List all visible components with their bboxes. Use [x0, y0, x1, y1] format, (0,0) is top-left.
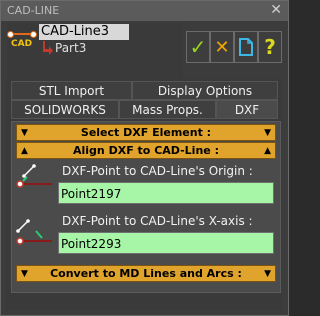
tab-stl-import[interactable]: STL Import — [11, 81, 132, 100]
tree-item-selected[interactable]: CAD-Line3 — [39, 24, 129, 40]
cad-line-icon — [7, 31, 37, 38]
document-icon — [239, 38, 253, 56]
x-icon: ✕ — [214, 36, 230, 58]
select-dxf-label: Select DXF Element : — [80, 126, 212, 139]
convert-section-header[interactable]: ▼ Convert to MD Lines and Arcs : ▼ — [16, 265, 276, 282]
title-bar: CAD-LINE ✕ — [1, 1, 288, 21]
origin-point-field[interactable]: Point2197 — [58, 182, 274, 204]
align-dxf-section-header[interactable]: ▲ Align DXF to CAD-Line : ▲ — [16, 142, 276, 159]
tab-mass-props[interactable]: Mass Props. — [119, 100, 216, 119]
origin-point-icon — [16, 164, 52, 188]
help-button[interactable]: ? — [258, 31, 282, 63]
tab-dxf[interactable]: DXF — [216, 100, 278, 119]
chevron-down-icon: ▼ — [21, 128, 28, 138]
chevron-up-icon: ▲ — [21, 146, 28, 156]
question-icon: ? — [264, 35, 276, 59]
convert-label: Convert to MD Lines and Arcs : — [50, 267, 242, 280]
part-arrow-icon — [43, 41, 53, 55]
new-button[interactable] — [234, 31, 258, 63]
align-dxf-label: Align DXF to CAD-Line : — [73, 144, 219, 157]
select-dxf-section-header[interactable]: ▼ Select DXF Element : ▼ — [16, 124, 276, 141]
ok-button[interactable]: ✓ — [186, 31, 210, 63]
cad-line-window: CAD-LINE ✕ CAD CAD-Line3 Part3 ✓ ✕ ? STL… — [0, 0, 289, 316]
tab-solidworks[interactable]: SOLIDWORKS — [11, 100, 119, 119]
chevron-down-icon: ▼ — [264, 269, 271, 279]
cad-line-tree[interactable]: CAD CAD-Line3 Part3 — [7, 23, 183, 81]
chevron-down-icon: ▼ — [21, 269, 28, 279]
cad-icon-label: CAD — [11, 39, 33, 49]
tab-display-options[interactable]: Display Options — [132, 81, 278, 100]
x-axis-point-icon — [16, 219, 52, 245]
tree-item-part[interactable]: Part3 — [55, 41, 86, 55]
cancel-button[interactable]: ✕ — [210, 31, 234, 63]
origin-label: DXF-Point to CAD-Line's Origin : — [62, 164, 253, 178]
window-title: CAD-LINE — [7, 4, 60, 17]
checkmark-icon: ✓ — [189, 35, 207, 59]
x-axis-label: DXF-Point to CAD-Line's X-axis : — [62, 214, 253, 228]
x-axis-point-field[interactable]: Point2293 — [58, 232, 274, 254]
dxf-tab-content: ▼ Select DXF Element : ▼ ▲ Align DXF to … — [11, 121, 281, 293]
chevron-down-icon: ▼ — [264, 128, 271, 138]
close-icon[interactable]: ✕ — [270, 2, 282, 18]
chevron-up-icon: ▲ — [264, 146, 271, 156]
